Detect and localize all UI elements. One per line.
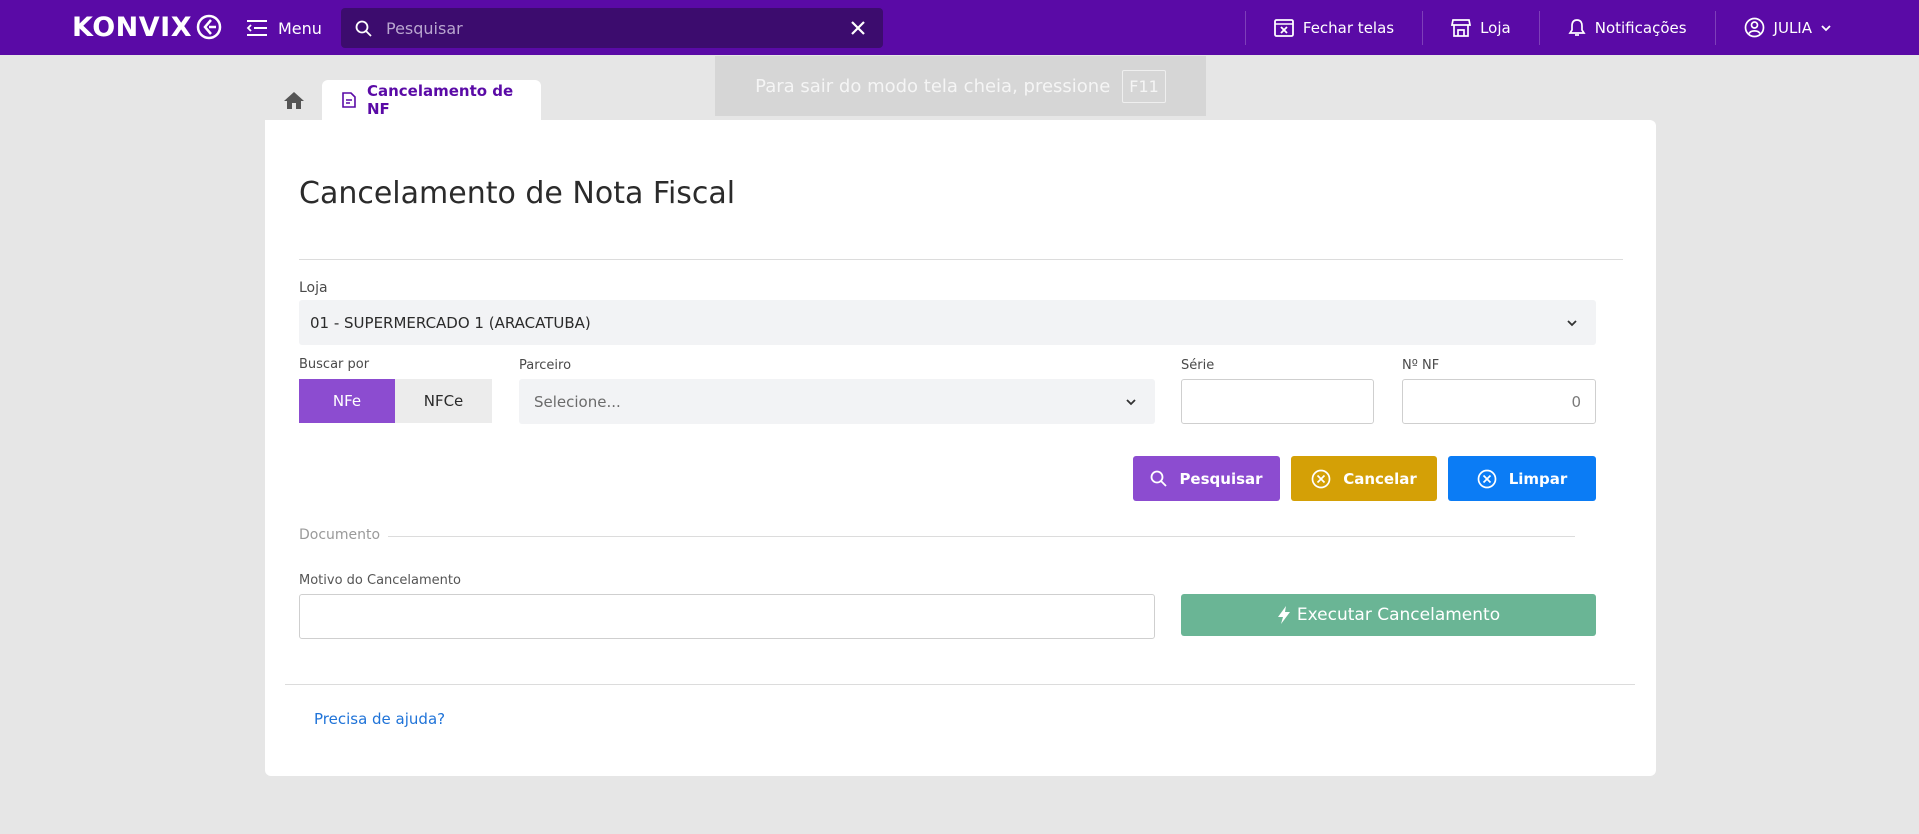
document-icon xyxy=(342,92,356,108)
pesquisar-label: Pesquisar xyxy=(1179,469,1263,488)
pesquisar-button[interactable]: Pesquisar xyxy=(1133,456,1280,501)
close-icon xyxy=(851,21,865,35)
executar-label: Executar Cancelamento xyxy=(1296,605,1501,625)
serie-input[interactable] xyxy=(1181,379,1374,424)
circle-x-icon xyxy=(1477,469,1497,488)
toast-text: Para sair do modo tela cheia, pressione xyxy=(755,75,1111,97)
divider xyxy=(285,684,1635,685)
top-actions: Fechar telas Loja Notificações JULIA xyxy=(1244,0,1919,55)
parceiro-label: Parceiro xyxy=(519,358,572,373)
loja-select[interactable]: 01 - SUPERMERCADO 1 (ARACATUBA) xyxy=(299,300,1596,345)
cancelar-button[interactable]: Cancelar xyxy=(1291,456,1437,501)
chevron-down-icon xyxy=(1821,24,1831,31)
parceiro-placeholder: Selecione... xyxy=(534,392,621,411)
menu-icon xyxy=(246,20,267,36)
motivo-input[interactable] xyxy=(299,594,1155,639)
close-window-icon xyxy=(1273,18,1294,37)
close-screens-label: Fechar telas xyxy=(1302,18,1395,37)
circle-x-icon xyxy=(1311,469,1331,488)
close-screens-button[interactable]: Fechar telas xyxy=(1246,0,1422,55)
store-icon xyxy=(1451,18,1472,37)
user-avatar-icon xyxy=(1744,17,1764,38)
limpar-label: Limpar xyxy=(1508,469,1568,488)
nnf-label: Nº NF xyxy=(1402,358,1440,373)
motivo-label: Motivo do Cancelamento xyxy=(299,573,461,588)
documento-section-label: Documento xyxy=(299,527,389,543)
divider xyxy=(299,259,1623,260)
toggle-nfe[interactable]: NFe xyxy=(299,379,395,423)
buscar-por-toggle: NFe NFCe xyxy=(299,379,492,423)
notifications-label: Notificações xyxy=(1594,18,1687,37)
logo-text: KONVIX xyxy=(72,11,193,43)
chevron-down-icon xyxy=(1567,319,1577,326)
search-icon xyxy=(355,20,372,37)
cancelar-label: Cancelar xyxy=(1343,469,1417,488)
main-card: Cancelamento de Nota Fiscal Loja 01 - SU… xyxy=(265,120,1656,776)
buscar-por-label: Buscar por xyxy=(299,357,370,372)
logo-mark-icon xyxy=(196,14,222,40)
serie-label: Série xyxy=(1181,358,1215,373)
page-title: Cancelamento de Nota Fiscal xyxy=(299,176,736,211)
home-icon xyxy=(284,91,304,109)
chevron-down-icon xyxy=(1126,398,1136,405)
clear-search-button[interactable] xyxy=(847,17,869,39)
loja-value: 01 - SUPERMERCADO 1 (ARACATUBA) xyxy=(310,313,591,332)
home-tab[interactable] xyxy=(280,86,308,114)
bell-icon xyxy=(1568,19,1586,36)
global-search xyxy=(341,8,883,48)
lightning-icon xyxy=(1277,606,1290,624)
menu-label: Menu xyxy=(278,18,322,38)
notifications-button[interactable]: Notificações xyxy=(1540,0,1715,55)
toggle-nfce[interactable]: NFCe xyxy=(395,379,492,423)
loja-label: Loja xyxy=(299,280,328,296)
konvix-logo[interactable]: KONVIX xyxy=(72,10,222,44)
user-menu-button[interactable]: JULIA xyxy=(1716,0,1919,55)
toast-key: F11 xyxy=(1122,69,1166,103)
tab-cancelamento-nf[interactable]: Cancelamento de NF xyxy=(322,80,541,120)
user-name: JULIA xyxy=(1773,18,1812,37)
help-link[interactable]: Precisa de ajuda? xyxy=(314,710,445,728)
limpar-button[interactable]: Limpar xyxy=(1448,456,1596,501)
nnf-input[interactable] xyxy=(1402,379,1596,424)
parceiro-select[interactable]: Selecione... xyxy=(519,379,1155,424)
menu-button[interactable]: Menu xyxy=(246,14,322,42)
top-navbar: KONVIX Menu Pesquisar Fechar telas Loja … xyxy=(0,0,1919,55)
documento-divider xyxy=(299,536,1575,537)
fullscreen-toast: Para sair do modo tela cheia, pressione … xyxy=(715,56,1206,116)
tab-label: Cancelamento de NF xyxy=(366,82,514,118)
store-label: Loja xyxy=(1480,18,1511,37)
search-icon xyxy=(1151,470,1168,487)
search-input[interactable] xyxy=(386,18,847,38)
store-button[interactable]: Loja xyxy=(1423,0,1539,55)
executar-cancelamento-button[interactable]: Executar Cancelamento xyxy=(1181,594,1596,636)
